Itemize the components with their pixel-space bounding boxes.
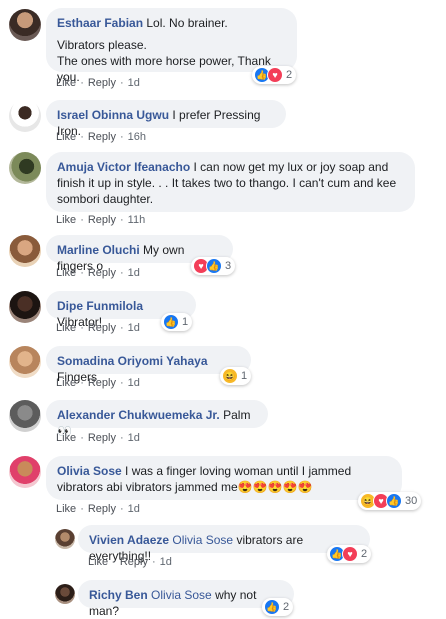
timestamp[interactable]: 1d	[128, 432, 140, 444]
reaction-summary[interactable]: ♥ 👍 3	[191, 257, 236, 275]
like-link[interactable]: Like	[88, 556, 108, 568]
avatar[interactable]	[55, 584, 75, 604]
comment-actions: Like · Reply · 1d	[56, 432, 140, 444]
love-reaction-icon: ♥	[342, 546, 358, 562]
avatar[interactable]	[9, 100, 41, 132]
like-link[interactable]: Like	[56, 214, 76, 226]
avatar[interactable]	[9, 9, 41, 41]
reaction-summary[interactable]: 👍 ♥ 2	[252, 66, 297, 84]
avatar[interactable]	[9, 400, 41, 432]
reply-link[interactable]: Reply	[88, 131, 116, 143]
reply-link[interactable]: Reply	[88, 77, 116, 89]
timestamp[interactable]: 1d	[128, 377, 140, 389]
timestamp[interactable]: 1d	[128, 503, 140, 515]
reply-link[interactable]: Reply	[88, 322, 116, 334]
reaction-summary[interactable]: 👍 1	[161, 313, 193, 331]
timestamp[interactable]: 16h	[128, 131, 146, 143]
comment-bubble: Olivia Sose I was a finger loving woman …	[46, 456, 402, 500]
reaction-count: 2	[361, 548, 368, 560]
avatar[interactable]	[9, 235, 41, 267]
comment-actions: Like · Reply · 16h	[56, 131, 147, 143]
comment-author[interactable]: Dipe Funmilola	[57, 299, 143, 313]
avatar[interactable]	[9, 291, 41, 323]
comment-bubble: Alexander Chukwuemeka Jr. Palm 👀	[46, 400, 268, 438]
reply-link[interactable]: Reply	[88, 267, 116, 279]
timestamp[interactable]: 1d	[128, 322, 140, 334]
like-link[interactable]: Like	[56, 503, 76, 515]
reaction-summary[interactable]: 😆 ♥ 👍 30	[358, 492, 422, 510]
comment-author[interactable]: Amuja Victor Ifeanacho	[57, 160, 190, 174]
comment-bubble: Vivien Adaeze Olivia Sose vibrators are …	[78, 525, 370, 563]
reaction-summary[interactable]: 👍 2	[262, 598, 294, 616]
like-reaction-icon: 👍	[264, 599, 280, 615]
like-link[interactable]: Like	[56, 322, 76, 334]
reaction-count: 1	[241, 370, 248, 382]
timestamp[interactable]: 1d	[160, 556, 172, 568]
like-link[interactable]: Like	[56, 432, 76, 444]
comment-author[interactable]: Olivia Sose	[57, 464, 122, 478]
like-reaction-icon: 👍	[206, 258, 222, 274]
timestamp[interactable]: 1d	[128, 77, 140, 89]
haha-reaction-icon: 😆	[222, 368, 238, 384]
comment-author[interactable]: Somadina Oriyomi Yahaya	[57, 354, 208, 368]
comment-text: Lol. No brainer.	[146, 16, 228, 30]
comment-actions: Like · Reply · 1d	[88, 556, 172, 568]
comment-author[interactable]: Vivien Adaeze	[89, 533, 169, 547]
comment-author[interactable]: Alexander Chukwuemeka Jr.	[57, 408, 220, 422]
reply-link[interactable]: Reply	[88, 377, 116, 389]
comment-bubble: Somadina Oriyomi Yahaya Fingers	[46, 346, 251, 384]
timestamp[interactable]: 11h	[128, 214, 146, 226]
comment-actions: Like · Reply · 1d	[56, 77, 140, 89]
avatar[interactable]	[9, 152, 41, 184]
mention-link[interactable]: Olivia Sose	[151, 588, 212, 602]
avatar[interactable]	[9, 456, 41, 488]
reply-link[interactable]: Reply	[88, 432, 116, 444]
reaction-count: 30	[405, 495, 418, 507]
comment-actions: Like · Reply · 11h	[56, 214, 146, 226]
comment-bubble: Esthaar Fabian Lol. No brainer. Vibrator…	[46, 8, 297, 84]
reaction-count: 2	[286, 69, 293, 81]
reply-link[interactable]: Reply	[88, 214, 116, 226]
reaction-count: 1	[182, 316, 189, 328]
comment-bubble: Amuja Victor Ifeanacho I can now get my …	[46, 152, 415, 212]
comment-author[interactable]: Richy Ben	[89, 588, 148, 602]
like-reaction-icon: 👍	[386, 493, 402, 509]
comment-actions: Like · Reply · 1d	[56, 267, 140, 279]
like-link[interactable]: Like	[56, 131, 76, 143]
comment-author[interactable]: Marline Oluchi	[57, 243, 140, 257]
reaction-summary[interactable]: 👍 ♥ 2	[327, 545, 372, 563]
timestamp[interactable]: 1d	[128, 267, 140, 279]
comment-actions: Like · Reply · 1d	[56, 503, 140, 515]
reply-link[interactable]: Reply	[120, 556, 148, 568]
comment-actions: Like · Reply · 1d	[56, 377, 140, 389]
comment-bubble: Israel Obinna Ugwu I prefer Pressing Iro…	[46, 100, 286, 138]
love-reaction-icon: ♥	[267, 67, 283, 83]
avatar[interactable]	[9, 346, 41, 378]
reaction-count: 2	[283, 601, 290, 613]
avatar[interactable]	[55, 529, 75, 549]
comment-text: Vibrators please.	[57, 38, 147, 52]
reaction-summary[interactable]: 😆 1	[220, 367, 252, 385]
like-link[interactable]: Like	[56, 267, 76, 279]
reaction-count: 3	[225, 260, 232, 272]
reply-link[interactable]: Reply	[88, 503, 116, 515]
like-link[interactable]: Like	[56, 77, 76, 89]
comment-author[interactable]: Esthaar Fabian	[57, 16, 143, 30]
like-reaction-icon: 👍	[163, 314, 179, 330]
like-link[interactable]: Like	[56, 377, 76, 389]
mention-link[interactable]: Olivia Sose	[172, 533, 233, 547]
comment-author[interactable]: Israel Obinna Ugwu	[57, 108, 169, 122]
comment-actions: Like · Reply · 1d	[56, 322, 140, 334]
